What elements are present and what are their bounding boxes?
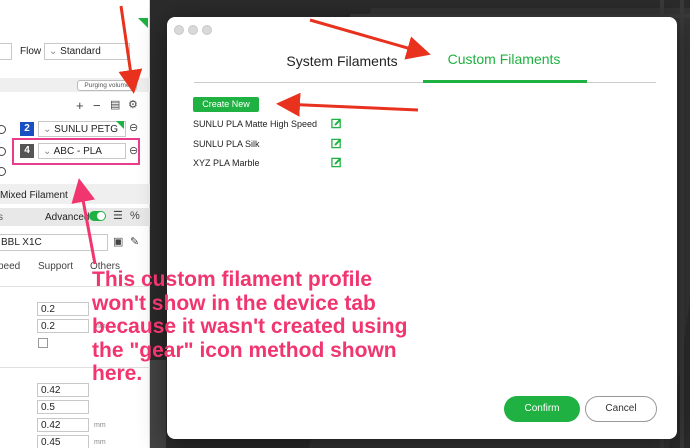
cancel-button[interactable]: Cancel xyxy=(585,396,657,422)
setting-input[interactable]: 0.2 xyxy=(37,302,89,316)
confirm-button[interactable]: Confirm xyxy=(504,396,580,422)
filament-radio-icon[interactable] xyxy=(0,147,6,156)
tab-custom-filaments[interactable]: Custom Filaments xyxy=(429,49,579,79)
filament-flag-icon xyxy=(116,121,124,129)
custom-filament-item: SUNLU PLA Matte High Speed xyxy=(193,119,318,129)
annotation-callout: This custom filament profile won't show … xyxy=(92,268,408,385)
close-window-icon[interactable] xyxy=(174,25,184,35)
tab-system-filaments[interactable]: System Filaments xyxy=(267,51,417,81)
left-input-stub[interactable] xyxy=(0,43,12,60)
filament-name: SUNLU PETG xyxy=(54,124,119,135)
custom-filament-item: SUNLU PLA Silk xyxy=(193,139,260,149)
scope-label: s xyxy=(0,212,3,223)
process-preset-name: BBL X1C xyxy=(1,237,42,248)
flow-select[interactable]: ⌄ Standard xyxy=(44,43,130,60)
mixed-filament-label[interactable]: Mixed Filament xyxy=(0,190,68,201)
setting-checkbox[interactable] xyxy=(38,338,48,348)
edit-filament-icon[interactable] xyxy=(331,157,342,168)
active-tab-indicator xyxy=(423,80,587,83)
tab-support[interactable]: Support xyxy=(38,261,73,272)
filament-settings-icon[interactable]: ▤ xyxy=(110,100,120,111)
edit-filament-icon[interactable] xyxy=(331,138,342,149)
process-preset-select[interactable]: BBL X1C xyxy=(0,234,108,251)
chevron-down-icon: ⌄ xyxy=(49,46,58,57)
edit-icon[interactable]: ✎ xyxy=(130,237,139,248)
minimize-window-icon[interactable] xyxy=(188,25,198,35)
create-new-button[interactable]: Create New xyxy=(193,97,259,112)
filament-radio-icon[interactable] xyxy=(0,125,6,134)
setting-input[interactable]: 0.5 xyxy=(37,400,89,414)
list-icon[interactable]: ☰ xyxy=(113,211,123,222)
gear-icon[interactable]: ⚙ xyxy=(128,100,138,111)
compare-icon[interactable]: % xyxy=(130,211,140,222)
filament-swatch[interactable]: 2 xyxy=(20,122,34,136)
custom-filament-item: XYZ PLA Marble xyxy=(193,158,260,168)
unit-label: mm xyxy=(94,422,106,429)
remove-filament-icon[interactable]: − xyxy=(93,99,101,112)
advanced-label: Advanced xyxy=(45,212,90,223)
setting-input[interactable]: 0.45 xyxy=(37,435,89,448)
corner-indicator-icon xyxy=(138,18,148,28)
flow-label: Flow xyxy=(20,46,42,57)
flow-value: Standard xyxy=(60,46,101,57)
purging-volume-button[interactable]: Purging volume xyxy=(77,80,137,91)
advanced-toggle[interactable] xyxy=(89,211,106,221)
filament-radio-icon[interactable] xyxy=(0,167,6,176)
setting-input[interactable]: 0.2 xyxy=(37,319,89,333)
filament-select[interactable]: ⌄ SUNLU PETG xyxy=(38,121,126,137)
edit-filament-icon[interactable] xyxy=(331,118,342,129)
unit-label: mm xyxy=(94,439,106,446)
chevron-down-icon: ⌄ xyxy=(43,124,52,135)
save-icon[interactable]: ▣ xyxy=(113,237,123,248)
setting-input[interactable]: 0.42 xyxy=(37,418,89,432)
setting-input[interactable]: 0.42 xyxy=(37,383,89,397)
add-filament-icon[interactable]: + xyxy=(76,99,84,112)
zoom-window-icon[interactable] xyxy=(202,25,212,35)
more-options-icon[interactable]: ⊖ xyxy=(129,123,138,134)
highlight-box xyxy=(12,138,140,165)
tab-speed[interactable]: peed xyxy=(0,261,20,272)
